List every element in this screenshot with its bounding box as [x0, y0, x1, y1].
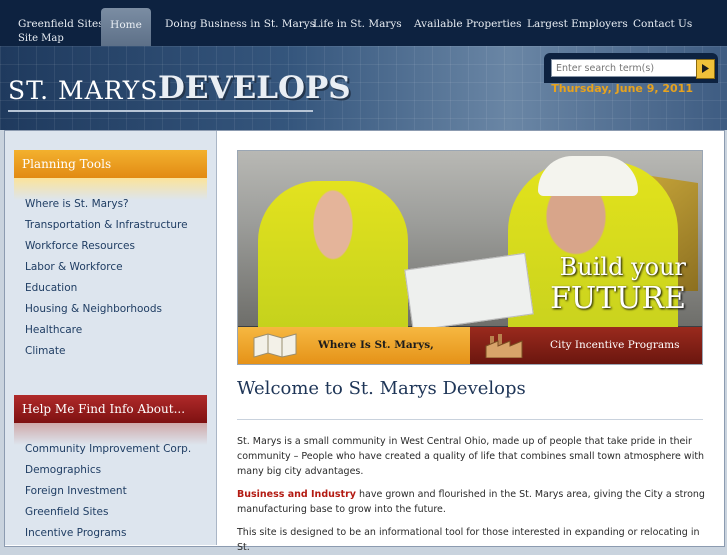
sidebar-item-labor-workforce[interactable]: Labor & Workforce: [25, 257, 188, 278]
nav-doing-business[interactable]: Doing Business in St. Marys: [165, 0, 315, 46]
nav-life[interactable]: Life in St. Marys: [313, 0, 402, 46]
search-input[interactable]: [551, 59, 699, 77]
logo-underline: [8, 110, 313, 112]
logo-text-st-marys[interactable]: ST. MARYS: [8, 76, 158, 105]
sidebar-item-community-improvement[interactable]: Community Improvement Corp.: [25, 439, 191, 460]
help-find-info-heading: Help Me Find Info About...: [14, 395, 207, 423]
sidebar-item-climate[interactable]: Climate: [25, 341, 188, 362]
top-navigation: Greenfield Sites Home Doing Business in …: [0, 0, 727, 46]
logo-text-develops[interactable]: DEVELOPS: [158, 70, 351, 106]
search-go-button[interactable]: [696, 59, 715, 79]
search-box: [544, 53, 718, 83]
nav-home[interactable]: Home: [101, 8, 151, 46]
sidebar-item-workforce-resources[interactable]: Workforce Resources: [25, 236, 188, 257]
hero-tagline: Build your FUTURE: [550, 251, 686, 315]
sidebar-item-incentive-programs[interactable]: Incentive Programs: [25, 523, 191, 544]
sidebar-item-demographics[interactable]: Demographics: [25, 460, 191, 481]
hero-banner: Build your FUTURE Where Is St. Marys, Oh…: [237, 150, 703, 365]
sidebar-item-transportation[interactable]: Transportation & Infrastructure: [25, 215, 188, 236]
page-title: Welcome to St. Marys Develops: [237, 378, 526, 399]
map-icon: [253, 333, 297, 358]
nav-site-map[interactable]: Site Map: [18, 33, 64, 44]
city-incentive-programs-button[interactable]: City Incentive Programs: [470, 327, 702, 364]
where-is-st-marys-button[interactable]: Where Is St. Marys, Ohio?: [238, 327, 470, 364]
sidebar-item-education[interactable]: Education: [25, 278, 188, 299]
nav-largest-employers[interactable]: Largest Employers: [527, 0, 628, 46]
title-divider: [237, 419, 703, 420]
current-date: Thursday, June 9, 2011: [551, 82, 693, 95]
sidebar-item-greenfield-sites[interactable]: Greenfield Sites: [25, 502, 191, 523]
planning-tools-list: Where is St. Marys? Transportation & Inf…: [25, 194, 188, 362]
where-is-st-marys-label: Where Is St. Marys, Ohio?: [318, 339, 434, 351]
nav-available-properties[interactable]: Available Properties: [414, 0, 522, 46]
planning-tools-heading: Planning Tools: [14, 150, 207, 178]
hero-hard-hat: [538, 156, 638, 196]
arrow-right-icon: [702, 64, 709, 73]
business-paragraph: Business and Industry have grown and flo…: [237, 487, 707, 517]
factory-icon: [485, 334, 523, 358]
nav-contact-us[interactable]: Contact Us: [633, 0, 692, 46]
help-find-info-list: Community Improvement Corp. Demographics…: [25, 439, 191, 544]
city-incentive-programs-label: City Incentive Programs: [550, 339, 680, 351]
hero-tagline-line1: Build your: [559, 253, 686, 281]
sidebar-item-healthcare[interactable]: Healthcare: [25, 320, 188, 341]
sidebar: Planning Tools Where is St. Marys? Trans…: [5, 131, 217, 545]
site-purpose-paragraph: This site is designed to be an informati…: [237, 527, 700, 553]
intro-paragraph: St. Marys is a small community in West C…: [237, 436, 705, 477]
sidebar-item-where-is-st-marys[interactable]: Where is St. Marys?: [25, 194, 188, 215]
sidebar-item-housing[interactable]: Housing & Neighborhoods: [25, 299, 188, 320]
hero-tagline-line2: FUTURE: [550, 281, 686, 316]
business-industry-link[interactable]: Business and Industry: [237, 489, 356, 500]
sidebar-item-foreign-investment[interactable]: Foreign Investment: [25, 481, 191, 502]
